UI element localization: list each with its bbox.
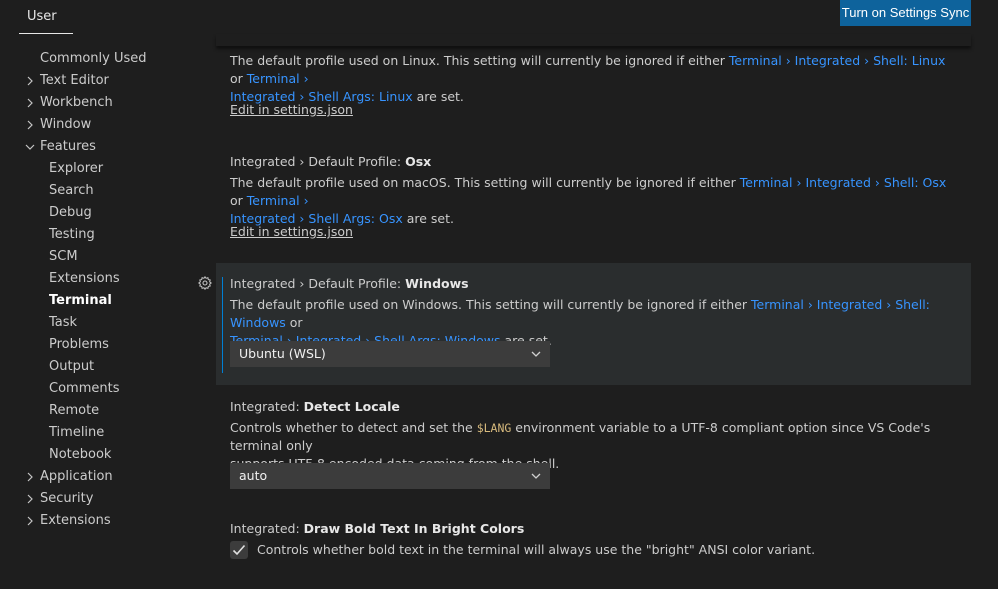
focus-indicator <box>222 277 223 373</box>
setting-default-profile-windows: Integrated › Default Profile: Windows Th… <box>216 263 971 385</box>
detect-locale-select[interactable]: auto <box>230 463 550 489</box>
setting-detect-locale: Integrated: Detect Locale Controls wheth… <box>216 387 971 509</box>
toc-item-window[interactable]: Window <box>40 114 91 136</box>
chevron-right-icon[interactable] <box>25 70 35 92</box>
gear-icon[interactable] <box>197 275 213 291</box>
setting-description: The default profile used on Linux. This … <box>230 53 946 104</box>
toc-item-explorer[interactable]: Explorer <box>49 158 103 180</box>
toc-item-debug[interactable]: Debug <box>49 202 92 224</box>
chevron-down-icon <box>530 463 542 489</box>
toc-item-features[interactable]: Features <box>40 136 96 158</box>
setting-default-profile-osx: Integrated › Default Profile: Osx The de… <box>216 146 971 264</box>
setting-default-profile-linux: The default profile used on Linux. This … <box>216 34 971 144</box>
draw-bold-text-checkbox[interactable] <box>230 541 248 559</box>
toc-item-scm[interactable]: SCM <box>49 246 78 268</box>
tab-user[interactable]: User <box>19 0 75 33</box>
chevron-right-icon[interactable] <box>25 488 35 510</box>
toc-item-extensions[interactable]: Extensions <box>49 268 120 290</box>
toc-item-timeline[interactable]: Timeline <box>49 422 104 444</box>
select-value: auto <box>239 468 268 483</box>
toc-item-comments[interactable]: Comments <box>49 378 119 400</box>
setting-link[interactable]: Terminal › <box>247 193 309 208</box>
toc-item-security[interactable]: Security <box>40 488 93 510</box>
setting-link[interactable]: Terminal › Integrated › Shell: Osx <box>740 175 947 190</box>
setting-title: Integrated › Default Profile: Osx <box>230 154 432 169</box>
setting-draw-bold-text-in-bright-colors: Integrated: Draw Bold Text In Bright Col… <box>216 509 971 589</box>
setting-link[interactable]: Terminal › Integrated › Shell: Linux <box>729 53 946 68</box>
toc-item-text-editor[interactable]: Text Editor <box>40 70 109 92</box>
settings-header: User Turn on Settings Sync <box>0 0 998 34</box>
chevron-right-icon[interactable] <box>25 510 35 532</box>
chevron-right-icon[interactable] <box>25 92 35 114</box>
chevron-right-icon[interactable] <box>25 466 35 488</box>
code-token: $LANG <box>476 421 512 435</box>
toc-item-terminal[interactable]: Terminal <box>49 290 112 312</box>
toc-item-task[interactable]: Task <box>49 312 77 334</box>
toc-item-problems[interactable]: Problems <box>49 334 109 356</box>
setting-description: The default profile used on macOS. This … <box>230 175 947 226</box>
check-icon <box>232 541 246 560</box>
toc-item-search[interactable]: Search <box>49 180 94 202</box>
toc-item-application[interactable]: Application <box>40 466 113 488</box>
setting-link[interactable]: Terminal › <box>247 71 309 86</box>
turn-on-settings-sync-button[interactable]: Turn on Settings Sync <box>840 0 971 26</box>
settings-header-divider <box>216 34 971 46</box>
edit-in-settings-json-link[interactable]: Edit in settings.json <box>230 102 353 117</box>
toc-item-extensions-root[interactable]: Extensions <box>40 510 111 532</box>
toc-item-notebook[interactable]: Notebook <box>49 444 111 466</box>
toc-item-output[interactable]: Output <box>49 356 94 378</box>
setting-title: Integrated › Default Profile: Windows <box>230 276 469 291</box>
chevron-down-icon <box>530 341 542 367</box>
select-value: Ubuntu (WSL) <box>239 346 326 361</box>
setting-title: Integrated: Draw Bold Text In Bright Col… <box>230 521 525 536</box>
toc-item-workbench[interactable]: Workbench <box>40 92 113 114</box>
toc-item-testing[interactable]: Testing <box>49 224 95 246</box>
setting-title: Integrated: Detect Locale <box>230 399 400 414</box>
chevron-down-icon[interactable] <box>25 136 35 158</box>
toc-item-commonly-used[interactable]: Commonly Used <box>40 48 147 70</box>
chevron-right-icon[interactable] <box>25 114 35 136</box>
default-profile-windows-select[interactable]: Ubuntu (WSL) <box>230 341 550 367</box>
tab-user-underline <box>19 33 73 34</box>
edit-in-settings-json-link[interactable]: Edit in settings.json <box>230 224 353 239</box>
toc-item-remote[interactable]: Remote <box>49 400 99 422</box>
setting-description: Controls whether bold text in the termin… <box>257 542 816 557</box>
